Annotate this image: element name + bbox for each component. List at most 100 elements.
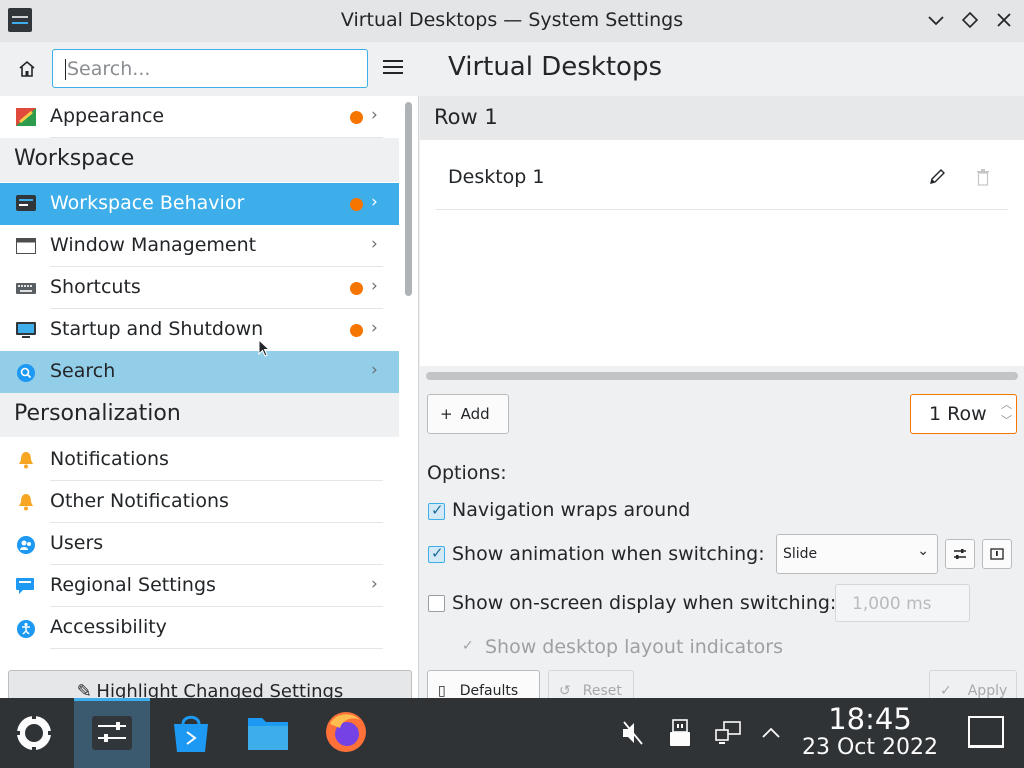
bell-icon [16, 451, 36, 469]
sidebar-item-users[interactable]: Users [0, 523, 399, 565]
window-icon [16, 237, 36, 255]
wrap-checkbox[interactable] [428, 501, 445, 520]
sidebar: Search... Appearance › Workspace Workspa… [0, 42, 419, 710]
chevron-right-icon: › [371, 574, 378, 594]
check-icon: ✓ [940, 683, 952, 699]
file-manager-icon[interactable] [246, 714, 290, 756]
search-input[interactable]: Search... [52, 49, 368, 88]
sidebar-item-label: Startup and Shutdown [50, 318, 264, 340]
keyboard-icon [16, 279, 36, 297]
layout-indicators-label: Show desktop layout indicators [485, 636, 783, 658]
bell-icon [16, 493, 36, 511]
sidebar-item-label: Search [50, 360, 116, 382]
volume-muted-icon[interactable] [620, 720, 646, 750]
sidebar-item-regional-settings[interactable]: Regional Settings › [0, 565, 399, 607]
chevron-right-icon: › [371, 234, 378, 254]
chevron-right-icon: › [371, 105, 378, 125]
sidebar-item-appearance[interactable]: Appearance › [0, 96, 399, 138]
pencil-icon[interactable] [928, 168, 946, 186]
firefox-icon[interactable] [324, 710, 368, 758]
sidebar-item-notifications[interactable]: Notifications [0, 439, 399, 481]
animation-value: Slide [783, 546, 818, 562]
chevron-right-icon: › [371, 360, 378, 380]
sidebar-item-label: Shortcuts [50, 276, 141, 298]
sidebar-item-workspace-behavior[interactable]: Workspace Behavior › [0, 183, 399, 225]
desktop-item[interactable]: Desktop 1 [436, 154, 1008, 210]
apply-label: Apply [967, 683, 1008, 699]
close-button[interactable] [992, 8, 1016, 32]
sidebar-item-startup-shutdown[interactable]: Startup and Shutdown › [0, 309, 399, 351]
row-header: Row 1 [420, 96, 1024, 140]
rows-value: 1 Row [929, 403, 987, 425]
changed-indicator [350, 282, 363, 295]
reset-label: Reset [582, 683, 622, 699]
animation-configure-button[interactable] [945, 539, 975, 569]
chevron-right-icon: › [371, 192, 378, 212]
monitor-icon [16, 321, 36, 339]
maximize-button[interactable] [958, 8, 982, 32]
animation-label: Show animation when switching: [452, 543, 765, 565]
sidebar-item-label: Other Notifications [50, 490, 229, 512]
title-bar: Virtual Desktops — System Settings [0, 0, 1024, 42]
sidebar-item-other-notifications[interactable]: Other Notifications [0, 481, 399, 523]
users-icon [16, 535, 36, 554]
animation-select[interactable]: Slide ⌄ [776, 534, 938, 574]
sidebar-item-label: Accessibility [50, 616, 167, 638]
window-title: Virtual Desktops — System Settings [340, 9, 684, 31]
workspace-icon [16, 195, 36, 213]
sidebar-list: Appearance › Workspace Workspace Behavio… [0, 96, 400, 662]
animation-checkbox[interactable] [428, 544, 445, 563]
chevron-up-icon[interactable] [760, 722, 782, 748]
changed-indicator [350, 324, 363, 337]
spin-arrows-icon[interactable]: ︿ ﹀ [1001, 397, 1012, 429]
add-label: Add [460, 405, 490, 423]
rows-spinbox[interactable]: 1 Row ︿ ﹀ [910, 394, 1017, 434]
flag-icon [16, 577, 36, 595]
home-icon[interactable] [16, 58, 38, 80]
sidebar-item-label: Regional Settings [50, 574, 216, 596]
options-label: Options: [427, 462, 507, 484]
plus-icon: + [440, 405, 453, 423]
search-icon [16, 363, 36, 382]
section-personalization: Personalization [0, 393, 399, 437]
section-workspace: Workspace [0, 138, 399, 182]
sidebar-scrollbar[interactable] [405, 102, 412, 296]
osd-label: Show on-screen display when switching: [452, 592, 837, 614]
search-placeholder: Search... [67, 58, 151, 80]
app-launcher-icon[interactable] [12, 711, 56, 759]
sidebar-item-accessibility[interactable]: Accessibility [0, 607, 399, 649]
task-system-settings[interactable] [74, 698, 150, 768]
show-desktop-icon[interactable] [966, 714, 1006, 756]
accessibility-icon [16, 619, 36, 638]
hamburger-menu-icon[interactable] [383, 60, 403, 78]
clock-time[interactable]: 18:45 [800, 702, 940, 736]
sidebar-item-label: Users [50, 532, 104, 554]
desktop-list: Desktop 1 [420, 140, 1024, 366]
clock-date[interactable]: 23 Oct 2022 [800, 735, 940, 760]
sidebar-header: Search... [0, 42, 419, 96]
discover-store-icon[interactable] [170, 712, 212, 758]
document-icon: ▯ [438, 683, 446, 699]
animation-about-button[interactable] [982, 539, 1012, 569]
sidebar-item-label: Window Management [50, 234, 257, 256]
sidebar-item-window-management[interactable]: Window Management › [0, 225, 399, 267]
horizontal-scrollbar[interactable] [426, 372, 1018, 380]
sidebar-item-search[interactable]: Search › [0, 351, 399, 393]
trash-icon[interactable] [976, 168, 990, 186]
sidebar-item-shortcuts[interactable]: Shortcuts › [0, 267, 399, 309]
wrap-label: Navigation wraps around [452, 499, 691, 521]
network-icon[interactable] [714, 720, 742, 750]
osd-value: 1,000 ms [852, 594, 932, 614]
sidebar-item-label: Notifications [50, 448, 169, 470]
layout-check-icon[interactable]: ✓ [462, 638, 474, 654]
page-title: Virtual Desktops [448, 52, 662, 82]
changed-indicator [350, 198, 363, 211]
appearance-icon [16, 108, 36, 126]
taskbar: 18:45 23 Oct 2022 [0, 698, 1024, 768]
minimize-button[interactable] [924, 8, 948, 32]
osd-duration-spinbox[interactable]: 1,000 ms [835, 584, 970, 622]
add-desktop-button[interactable]: + Add [427, 394, 509, 434]
undo-icon: ↺ [559, 683, 571, 699]
removable-devices-icon[interactable] [668, 718, 692, 752]
osd-checkbox[interactable] [428, 595, 445, 612]
